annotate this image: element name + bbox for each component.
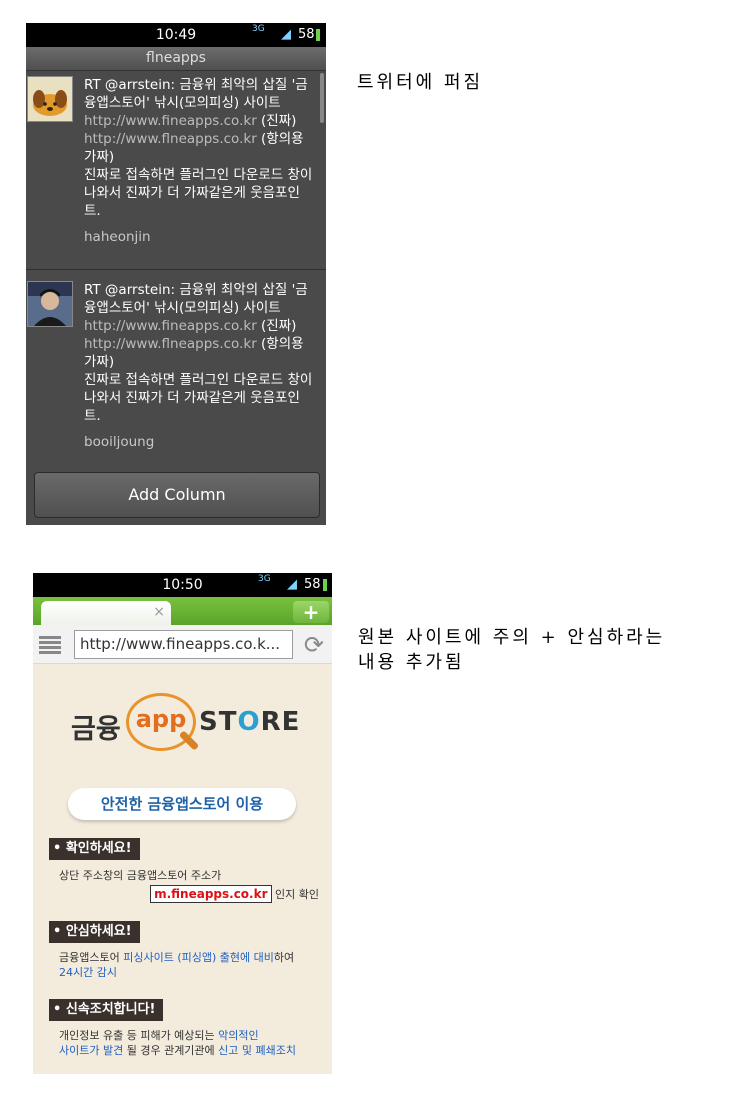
tweet-body: RT @arrstein: 금융위 최악의 삽질 '금융앱스토어' 낚시(모의피… xyxy=(84,76,316,246)
check-suffix: 인지 확인 xyxy=(271,888,319,901)
status-bar: 10:49 3G ◢ 58 xyxy=(26,23,326,47)
section-text-check: 상단 주소창의 금융앱스토어 주소가 m.fineapps.co.kr 인지 확… xyxy=(59,868,321,903)
battery-icon xyxy=(316,29,320,41)
tweet-item[interactable]: RT @arrstein: 금융위 최악의 삽질 '금융앱스토어' 낚시(모의피… xyxy=(26,275,322,475)
browser-tab[interactable]: × xyxy=(41,601,171,625)
tweet-item[interactable]: RT @arrstein: 금융위 최악의 삽질 '금융앱스토어' 낚시(모의피… xyxy=(26,70,322,270)
browser-tab-bar: × + xyxy=(33,597,332,625)
person-avatar xyxy=(27,281,73,327)
check-text: 상단 주소창의 금융앱스토어 주소가 xyxy=(59,869,222,882)
battery-level: 58 xyxy=(298,27,315,42)
bookmarks-icon[interactable] xyxy=(39,634,61,654)
network-type: 3G xyxy=(252,24,265,34)
reload-icon[interactable]: ⟳ xyxy=(304,631,324,659)
section-title-relax: • 안심하세요! xyxy=(49,921,140,943)
safe-use-button[interactable]: 안전한 금융앱스토어 이용 xyxy=(68,788,296,820)
url-input[interactable]: http://www.fineapps.co.k... xyxy=(74,630,293,659)
logo-korean: 금융 xyxy=(71,714,121,745)
caption-line-2: 내용 추가됨 xyxy=(358,652,465,673)
section-title-action: • 신속조치합니다! xyxy=(49,999,164,1021)
signal-icon: ◢ xyxy=(287,577,297,592)
official-domain: m.fineapps.co.kr xyxy=(150,885,272,903)
dog-avatar xyxy=(27,76,73,122)
section-text-action: 개인정보 유출 등 피해가 예상되는 악의적인 사이트가 발견 될 경우 관계기… xyxy=(59,1029,297,1057)
store-logo: 금융 app STORE xyxy=(33,693,332,753)
logo-store: STORE xyxy=(199,707,301,737)
tweet-link-note: (진짜) xyxy=(256,113,297,129)
twitter-screenshot: 10:49 3G ◢ 58 flneapps RT @arrstein: 금융위… xyxy=(26,23,326,525)
tweet-text: 진짜로 접속하면 플러그인 다운로드 창이 나와서 진짜가 더 가짜같은게 웃음… xyxy=(84,372,313,424)
tweet-link[interactable]: http://www.fineapps.co.kr xyxy=(84,113,257,129)
caption-site-change: 원본 사이트에 주의 + 안심하라는 내용 추가됨 xyxy=(358,625,665,675)
new-tab-button[interactable]: + xyxy=(293,601,329,623)
section-text-relax: 금융앱스토어 피싱사이트 (피싱앱) 출현에 대비하여 24시간 감시 xyxy=(59,951,295,979)
tweet-text: RT @arrstein: 금융위 최악의 삽질 '금융앱스토어' 낚시(모의피… xyxy=(84,282,308,316)
add-column-button[interactable]: Add Column xyxy=(34,472,320,518)
network-type: 3G xyxy=(258,574,271,584)
caption-line-1: 원본 사이트에 주의 + 안심하라는 xyxy=(358,627,666,648)
address-bar: http://www.fineapps.co.k... ⟳ xyxy=(33,625,332,664)
tweet-link[interactable]: http://www.flneapps.co.kr xyxy=(84,131,257,147)
caption-twitter: 트위터에 퍼짐 xyxy=(357,72,484,93)
divider xyxy=(26,269,326,270)
lock-icon: O xyxy=(237,707,261,737)
tweet-username[interactable]: haheonjin xyxy=(84,228,316,246)
tweet-username[interactable]: booiljoung xyxy=(84,433,316,451)
tweet-link-note: (진짜) xyxy=(256,318,297,334)
signal-icon: ◢ xyxy=(281,27,291,42)
close-tab-icon[interactable]: × xyxy=(153,604,165,620)
tweet-text: RT @arrstein: 금융위 최악의 삽질 '금융앱스토어' 낚시(모의피… xyxy=(84,77,308,111)
section-title-check: • 확인하세요! xyxy=(49,838,140,860)
browser-screenshot: 10:50 3G ◢ 58 × + http://www.fineapps.co… xyxy=(33,573,332,1074)
tweet-link[interactable]: http://www.flneapps.co.kr xyxy=(84,336,257,352)
battery-icon xyxy=(323,579,327,591)
column-title: flneapps xyxy=(26,47,326,71)
battery-level: 58 xyxy=(304,577,321,592)
status-bar: 10:50 3G ◢ 58 xyxy=(33,573,332,597)
tweet-text: 진짜로 접속하면 플러그인 다운로드 창이 나와서 진짜가 더 가짜같은게 웃음… xyxy=(84,167,313,219)
tweet-body: RT @arrstein: 금융위 최악의 삽질 '금융앱스토어' 낚시(모의피… xyxy=(84,281,316,451)
tweet-link[interactable]: http://www.fineapps.co.kr xyxy=(84,318,257,334)
